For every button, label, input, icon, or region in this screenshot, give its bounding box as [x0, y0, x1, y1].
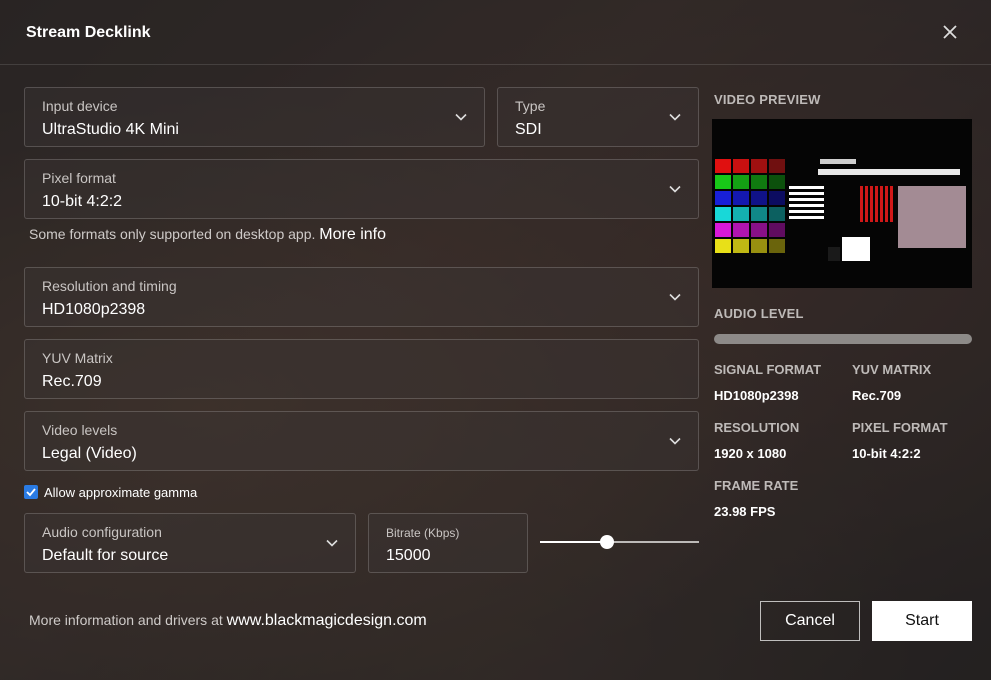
- video-levels-label: Video levels: [42, 422, 118, 438]
- chevron-down-icon: [669, 185, 681, 193]
- audio-configuration-value: Default for source: [42, 547, 169, 564]
- approximate-gamma-checkbox[interactable]: [24, 485, 38, 499]
- pixel-format-label: Pixel format: [42, 170, 116, 186]
- bitrate-slider-fill: [540, 541, 607, 543]
- pixel-format-value: 10-bit 4:2:2: [42, 193, 123, 210]
- type-value: SDI: [515, 121, 542, 138]
- type-label: Type: [515, 98, 546, 114]
- resolution-info-label: RESOLUTION: [714, 420, 800, 435]
- video-preview: [712, 119, 972, 288]
- more-info-link[interactable]: More info: [319, 226, 386, 243]
- checkmark-icon: [26, 488, 36, 497]
- format-support-text: Some formats only supported on desktop a…: [29, 226, 316, 242]
- yuv-matrix-value: Rec.709: [42, 373, 102, 390]
- close-icon[interactable]: [938, 20, 962, 44]
- yuv-matrix-info-label: YUV MATRIX: [852, 362, 932, 377]
- signal-format-value: HD1080p2398: [714, 388, 799, 403]
- audio-configuration-select[interactable]: Audio configuration Default for source: [24, 513, 356, 573]
- audio-level-heading: AUDIO LEVEL: [714, 306, 804, 321]
- resolution-label: Resolution and timing: [42, 278, 177, 294]
- video-preview-heading: VIDEO PREVIEW: [714, 92, 821, 107]
- pixel-format-info-value: 10-bit 4:2:2: [852, 446, 921, 461]
- chevron-down-icon: [669, 113, 681, 121]
- audio-level-meter: [714, 334, 972, 344]
- audio-configuration-label: Audio configuration: [42, 524, 162, 540]
- blackmagic-link[interactable]: www.blackmagicdesign.com: [227, 612, 427, 629]
- bitrate-input[interactable]: Bitrate (Kbps) 15000: [368, 513, 528, 573]
- test-pattern-image: [712, 119, 972, 288]
- dialog-header: Stream Decklink: [0, 0, 991, 65]
- yuv-matrix-label: YUV Matrix: [42, 350, 113, 366]
- yuv-matrix-field[interactable]: YUV Matrix Rec.709: [24, 339, 699, 399]
- chevron-down-icon: [326, 539, 338, 547]
- footer-text: More information and drivers at: [29, 612, 223, 628]
- chevron-down-icon: [455, 113, 467, 121]
- type-select[interactable]: Type SDI: [497, 87, 699, 147]
- pixel-format-select[interactable]: Pixel format 10-bit 4:2:2: [24, 159, 699, 219]
- chevron-down-icon: [669, 293, 681, 301]
- yuv-matrix-info-value: Rec.709: [852, 388, 902, 403]
- pixel-format-info-label: PIXEL FORMAT: [852, 420, 948, 435]
- frame-rate-value: 23.98 FPS: [714, 504, 776, 519]
- video-levels-select[interactable]: Video levels Legal (Video): [24, 411, 699, 471]
- start-button[interactable]: Start: [872, 601, 972, 641]
- signal-format-label: SIGNAL FORMAT: [714, 362, 822, 377]
- resolution-select[interactable]: Resolution and timing HD1080p2398: [24, 267, 699, 327]
- video-levels-value: Legal (Video): [42, 445, 137, 462]
- approximate-gamma-label[interactable]: Allow approximate gamma: [44, 485, 197, 500]
- input-device-label: Input device: [42, 98, 118, 114]
- chevron-down-icon: [669, 437, 681, 445]
- input-device-select[interactable]: Input device UltraStudio 4K Mini: [24, 87, 485, 147]
- dialog-title: Stream Decklink: [26, 24, 151, 41]
- cancel-button[interactable]: Cancel: [760, 601, 860, 641]
- bitrate-label: Bitrate (Kbps): [386, 526, 460, 540]
- stream-decklink-dialog: Stream Decklink Input device UltraStudio…: [0, 0, 991, 680]
- frame-rate-label: FRAME RATE: [714, 478, 799, 493]
- footer-info: More information and drivers at www.blac…: [29, 612, 427, 630]
- bitrate-value: 15000: [386, 547, 431, 564]
- format-support-note: Some formats only supported on desktop a…: [29, 226, 386, 244]
- input-device-value: UltraStudio 4K Mini: [42, 121, 179, 138]
- bitrate-slider-thumb[interactable]: [599, 535, 614, 549]
- resolution-info-value: 1920 x 1080: [714, 446, 787, 461]
- resolution-value: HD1080p2398: [42, 301, 146, 318]
